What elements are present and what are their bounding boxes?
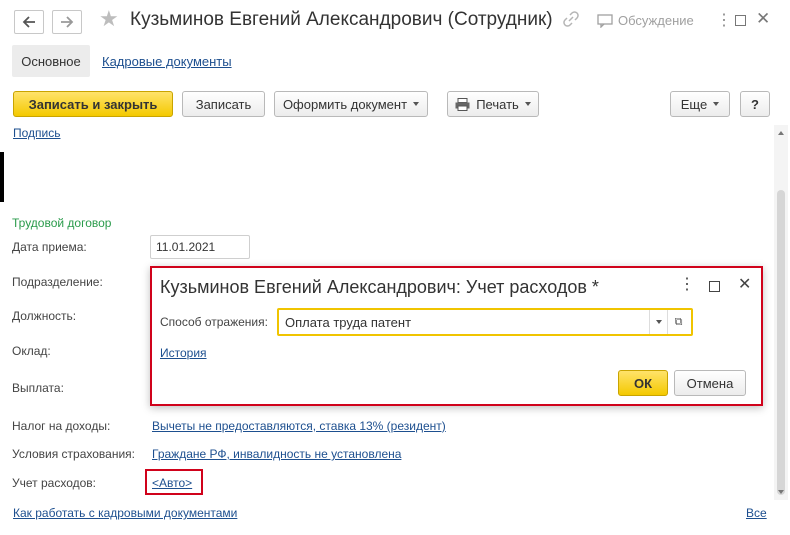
close-icon[interactable]: ✕ (738, 277, 751, 293)
income-tax-label: Налог на доходы: (12, 419, 110, 433)
tab-main[interactable]: Основное (12, 45, 90, 77)
print-button[interactable]: Печать (447, 91, 539, 117)
chat-icon (597, 14, 613, 28)
more-menu-icon[interactable]: ⋮ (716, 13, 732, 29)
chevron-down-icon (713, 102, 719, 106)
scroll-up-icon[interactable] (774, 126, 788, 140)
method-label: Способ отражения: (160, 315, 268, 329)
hire-date-label: Дата приема: (12, 240, 87, 254)
page-title: Кузьминов Евгений Александрович (Сотрудн… (130, 9, 553, 31)
position-label: Должность: (12, 309, 76, 323)
divider (0, 152, 4, 202)
more-label: Еще (681, 97, 707, 112)
income-tax-link[interactable]: Вычеты не предоставляются, ставка 13% (р… (152, 419, 446, 433)
method-field[interactable]: Оплата труда патент ⧉ (277, 308, 693, 336)
insurance-link[interactable]: Граждане РФ, инвалидность не установлена (152, 447, 401, 461)
more-button[interactable]: Еще (670, 91, 730, 117)
payment-label: Выплата: (12, 381, 64, 395)
scrollbar-thumb[interactable] (777, 190, 785, 495)
all-link[interactable]: Все (746, 506, 767, 520)
expense-label: Учет расходов: (12, 476, 96, 490)
back-button[interactable] (14, 10, 44, 34)
ok-button[interactable]: ОК (618, 370, 668, 396)
save-button[interactable]: Записать (182, 91, 265, 117)
expense-dialog: Кузьминов Евгений Александрович: Учет ра… (150, 266, 763, 406)
printer-icon (455, 98, 470, 111)
scroll-down-icon[interactable] (774, 485, 788, 499)
issue-document-label: Оформить документ (283, 97, 407, 112)
save-and-close-button[interactable]: Записать и закрыть (13, 91, 173, 117)
hire-date-field[interactable]: 11.01.2021 (150, 235, 250, 259)
favorite-star-icon[interactable]: ★ (99, 8, 119, 30)
chevron-down-icon (525, 102, 531, 106)
forward-button[interactable] (52, 10, 82, 34)
discussion-button[interactable]: Обсуждение (597, 13, 694, 28)
help-button[interactable]: ? (740, 91, 770, 117)
department-label: Подразделение: (12, 275, 103, 289)
cancel-button[interactable]: Отмена (674, 370, 746, 396)
open-icon[interactable]: ⧉ (667, 310, 689, 334)
history-link[interactable]: История (160, 346, 207, 360)
maximize-icon[interactable] (735, 15, 746, 26)
arrow-left-icon (22, 16, 36, 28)
chevron-down-icon (656, 320, 662, 324)
dropdown-button[interactable] (649, 310, 667, 334)
arrow-right-icon (60, 16, 74, 28)
tab-hr-documents[interactable]: Кадровые документы (102, 54, 232, 69)
signature-link[interactable]: Подпись (13, 126, 61, 140)
dialog-title: Кузьминов Евгений Александрович: Учет ра… (160, 277, 599, 298)
maximize-icon[interactable] (709, 281, 720, 292)
issue-document-button[interactable]: Оформить документ (274, 91, 428, 117)
link-icon[interactable] (563, 11, 579, 30)
insurance-label: Условия страхования: (12, 447, 135, 461)
chevron-down-icon (413, 102, 419, 106)
more-menu-icon[interactable]: ⋮ (679, 277, 695, 293)
discussion-label: Обсуждение (618, 13, 694, 28)
expense-auto-link[interactable]: <Авто> (152, 476, 192, 490)
howto-link[interactable]: Как работать с кадровыми документами (13, 506, 237, 520)
section-title: Трудовой договор (12, 216, 111, 230)
method-value: Оплата труда патент (285, 315, 411, 330)
close-icon[interactable]: ✕ (756, 10, 770, 27)
salary-label: Оклад: (12, 344, 51, 358)
print-label: Печать (476, 97, 519, 112)
